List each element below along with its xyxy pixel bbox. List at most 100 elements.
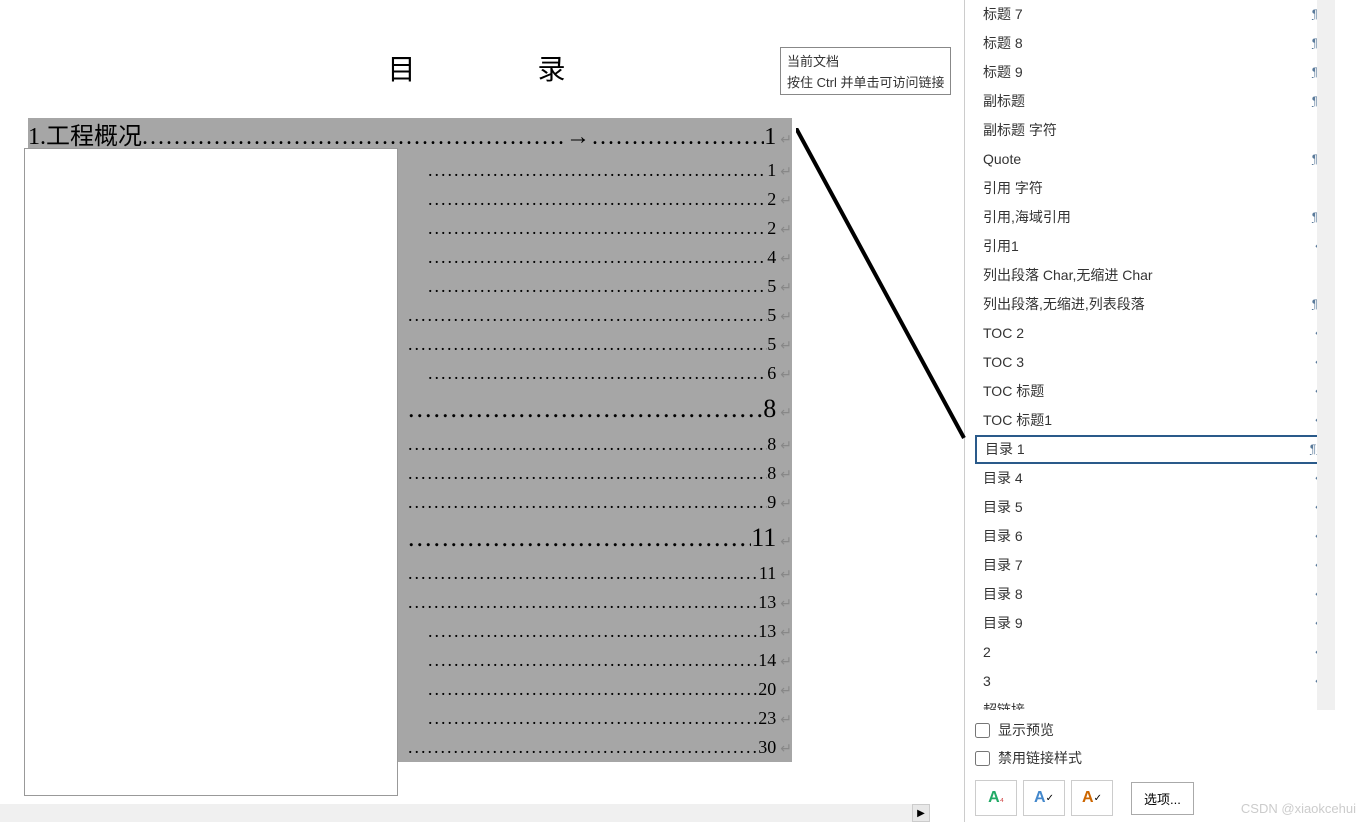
para-mark-icon: ↵: [780, 648, 792, 677]
style-name: 引用 字符: [983, 174, 1043, 203]
toc-leader-dots: ........................................…: [428, 617, 758, 646]
toc-page: 9: [767, 488, 776, 517]
style-name: 目录 9: [983, 609, 1023, 638]
style-name: 2: [983, 638, 991, 667]
tooltip-title: 当前文档: [787, 51, 944, 70]
overlay-panel: [24, 148, 398, 796]
style-name: 目录 6: [983, 522, 1023, 551]
toc-page: 8: [763, 388, 776, 430]
show-preview-checkbox[interactable]: 显示预览: [975, 716, 1359, 744]
para-mark-icon: ↵: [780, 461, 792, 490]
scroll-right-icon[interactable]: ▶: [912, 804, 930, 822]
style-item[interactable]: 目录 9↵: [975, 609, 1333, 638]
toc-leader-dots: ........................................…: [408, 588, 758, 617]
toc-leader-dots: ........................................…: [408, 559, 759, 588]
toc-page: 13: [758, 588, 776, 617]
document-area: 目 录 1. 工程概况 ............................…: [0, 0, 955, 822]
toc-leader-dots: ........................................…: [428, 704, 758, 733]
style-item[interactable]: 副标题 字符a: [975, 116, 1333, 145]
toc-page: 11: [751, 517, 776, 559]
style-item[interactable]: 2↵: [975, 638, 1333, 667]
style-name: 目录 5: [983, 493, 1023, 522]
style-item[interactable]: TOC 标题↵: [975, 377, 1333, 406]
styles-list: 标题 7¶a标题 8¶a标题 9¶a副标题¶a副标题 字符aQuote¶a引用 …: [975, 0, 1333, 712]
toc-leader-dots: ........................................…: [408, 330, 767, 359]
style-item[interactable]: 列出段落,无缩进,列表段落¶a: [975, 290, 1333, 319]
toc-page: 6: [767, 359, 776, 388]
para-mark-icon: ↵: [780, 490, 792, 519]
para-mark-icon: ↵: [780, 245, 792, 274]
para-mark-icon: ↵: [780, 619, 792, 648]
options-button[interactable]: 选项...: [1131, 782, 1194, 815]
style-item[interactable]: TOC 3↵: [975, 348, 1333, 377]
toc-leader-dots: ........................................…: [428, 156, 767, 185]
style-item[interactable]: 标题 8¶a: [975, 29, 1333, 58]
disable-linked-checkbox[interactable]: 禁用链接样式: [975, 744, 1359, 772]
style-item[interactable]: TOC 标题1↵: [975, 406, 1333, 435]
style-item[interactable]: 标题 7¶a: [975, 0, 1333, 29]
style-item[interactable]: TOC 2↵: [975, 319, 1333, 348]
style-item[interactable]: 引用 字符a: [975, 174, 1333, 203]
style-name: 目录 4: [983, 464, 1023, 493]
para-mark-icon: ↵: [780, 332, 792, 361]
style-item[interactable]: 副标题¶a: [975, 87, 1333, 116]
para-mark-icon: ↵: [780, 361, 792, 390]
new-style-button[interactable]: A₄: [975, 780, 1017, 816]
style-name: TOC 3: [983, 348, 1024, 377]
para-mark-icon: ↵: [780, 158, 792, 187]
style-item[interactable]: 目录 6↵: [975, 522, 1333, 551]
disable-linked-input[interactable]: [975, 751, 990, 766]
style-item[interactable]: 引用1↵: [975, 232, 1333, 261]
style-name: 目录 7: [983, 551, 1023, 580]
show-preview-input[interactable]: [975, 723, 990, 738]
disable-linked-label: 禁用链接样式: [998, 748, 1082, 768]
para-mark-icon: ↵: [780, 677, 792, 706]
toc-page: 20: [758, 675, 776, 704]
toc-page: 23: [758, 704, 776, 733]
para-mark-icon: ↵: [780, 393, 792, 435]
para-mark-icon: ↵: [780, 187, 792, 216]
tooltip-hint: 按住 Ctrl 并单击可访问链接: [787, 72, 944, 91]
style-item[interactable]: 目录 1¶a: [975, 435, 1333, 464]
para-mark-icon: ↵: [780, 522, 792, 564]
toc-page: 13: [758, 617, 776, 646]
toc-page: 5: [767, 330, 776, 359]
style-name: 引用,海域引用: [983, 203, 1071, 232]
style-inspector-button[interactable]: A✓: [1023, 780, 1065, 816]
para-mark-icon: ↵: [780, 122, 792, 160]
toc-leader-dots: ........................................…: [408, 488, 767, 517]
style-name: 引用1: [983, 232, 1019, 261]
style-item[interactable]: 目录 4↵: [975, 464, 1333, 493]
toc-page: 1: [767, 156, 776, 185]
manage-styles-button[interactable]: A✓: [1071, 780, 1113, 816]
toc-page: 8: [767, 459, 776, 488]
style-item[interactable]: 标题 9¶a: [975, 58, 1333, 87]
style-item[interactable]: 3↵: [975, 667, 1333, 696]
para-mark-icon: ↵: [780, 735, 792, 764]
toc-leader-dots: ........................................…: [428, 272, 767, 301]
para-mark-icon: ↵: [780, 706, 792, 735]
styles-scrollbar[interactable]: [1317, 0, 1335, 712]
style-item[interactable]: 目录 7↵: [975, 551, 1333, 580]
toc-leader-dots: ........................................…: [428, 359, 767, 388]
toc-leader-dots: ........................................…: [408, 733, 758, 762]
style-name: TOC 标题1: [983, 406, 1052, 435]
toc-page: 2: [767, 185, 776, 214]
style-name: 标题 7: [983, 0, 1023, 29]
style-item[interactable]: 列出段落 Char,无缩进 Chara: [975, 261, 1333, 290]
para-mark-icon: ↵: [780, 561, 792, 590]
toc-leader-dots: ........................................…: [428, 214, 767, 243]
style-item[interactable]: 目录 8↵: [975, 580, 1333, 609]
style-item[interactable]: 目录 5↵: [975, 493, 1333, 522]
toc-leader-dots: ........................................…: [408, 459, 767, 488]
toc-page: 30: [758, 733, 776, 762]
toc-page: 1: [764, 118, 776, 156]
para-mark-icon: ↵: [780, 432, 792, 461]
style-name: 目录 8: [983, 580, 1023, 609]
para-mark-icon: ↵: [780, 274, 792, 303]
style-item[interactable]: 引用,海域引用¶a: [975, 203, 1333, 232]
toc-page: 5: [767, 301, 776, 330]
doc-horizontal-scrollbar[interactable]: ▶: [0, 804, 930, 822]
toc-page: 5: [767, 272, 776, 301]
style-item[interactable]: Quote¶a: [975, 145, 1333, 174]
